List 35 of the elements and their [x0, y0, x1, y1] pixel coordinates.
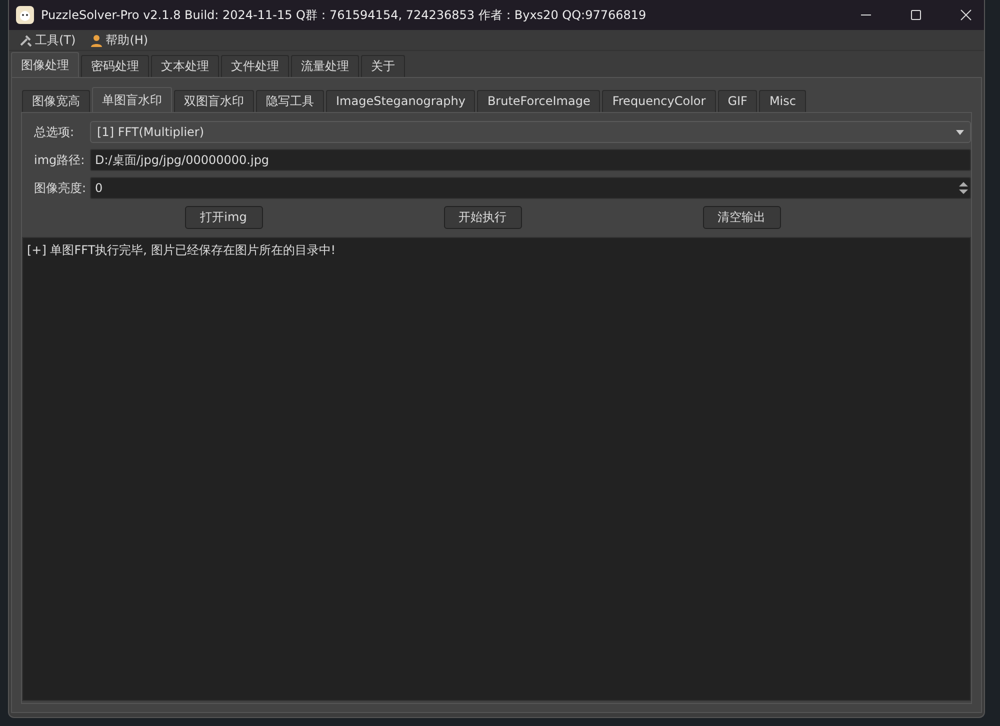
tab[interactable]: 图像处理 — [11, 52, 79, 77]
tab[interactable]: Misc — [759, 90, 806, 112]
tab[interactable]: 隐写工具 — [256, 90, 324, 112]
tab[interactable]: 文本处理 — [151, 55, 219, 77]
tools-icon — [19, 34, 32, 46]
output-text-area[interactable]: [+] 单图FFT执行完毕, 图片已经保存在图片所在的目录中! — [22, 237, 971, 701]
tab[interactable]: ImageSteganography — [326, 90, 476, 112]
option-dropdown[interactable]: [1] FFT(Multiplier) — [90, 121, 971, 143]
caret-icon — [956, 130, 964, 134]
action-button[interactable]: 清空输出 — [702, 206, 780, 229]
field-label: 总选项: — [34, 124, 76, 140]
output-line: [+] 单图FFT执行完毕, 图片已经保存在图片所在的目录中! — [27, 242, 337, 259]
field-label: 图像亮度: — [34, 180, 86, 196]
tab[interactable]: FrequencyColor — [602, 90, 716, 112]
window-title: PuzzleSolver-Pro v2.1.8 Build: 2024-11-15 Q群：761594154, 724236853 作者：Byxs20 QQ:97766819 — [41, 6, 646, 24]
close-icon[interactable] — [958, 9, 974, 21]
tab[interactable]: 双图盲水印 — [174, 90, 254, 112]
tab[interactable]: BruteForceImage — [477, 90, 600, 112]
tab[interactable]: 密码处理 — [81, 55, 149, 77]
brightness-spin-field[interactable]: 0 — [90, 177, 971, 199]
maximize-icon[interactable] — [908, 9, 924, 21]
tab[interactable]: 单图盲水印 — [92, 87, 172, 112]
menu-item[interactable]: 帮助(H) — [90, 32, 148, 48]
field-label: img路径: — [34, 152, 86, 168]
tab[interactable]: GIF — [718, 90, 758, 112]
spin-arrows-icon[interactable] — [959, 181, 968, 195]
action-button[interactable]: 开始执行 — [444, 206, 522, 229]
path-input-field[interactable]: D:/桌面/jpg/jpg/00000000.jpg — [90, 149, 971, 171]
tab[interactable]: 文件处理 — [221, 55, 289, 77]
tab[interactable]: 关于 — [361, 55, 405, 77]
tab[interactable]: 图像宽高 — [22, 90, 90, 112]
tab[interactable]: 流量处理 — [291, 55, 359, 77]
menu-item[interactable]: 工具(T) — [19, 32, 76, 48]
person-icon — [90, 34, 103, 46]
action-button[interactable]: 打开img — [184, 206, 262, 229]
